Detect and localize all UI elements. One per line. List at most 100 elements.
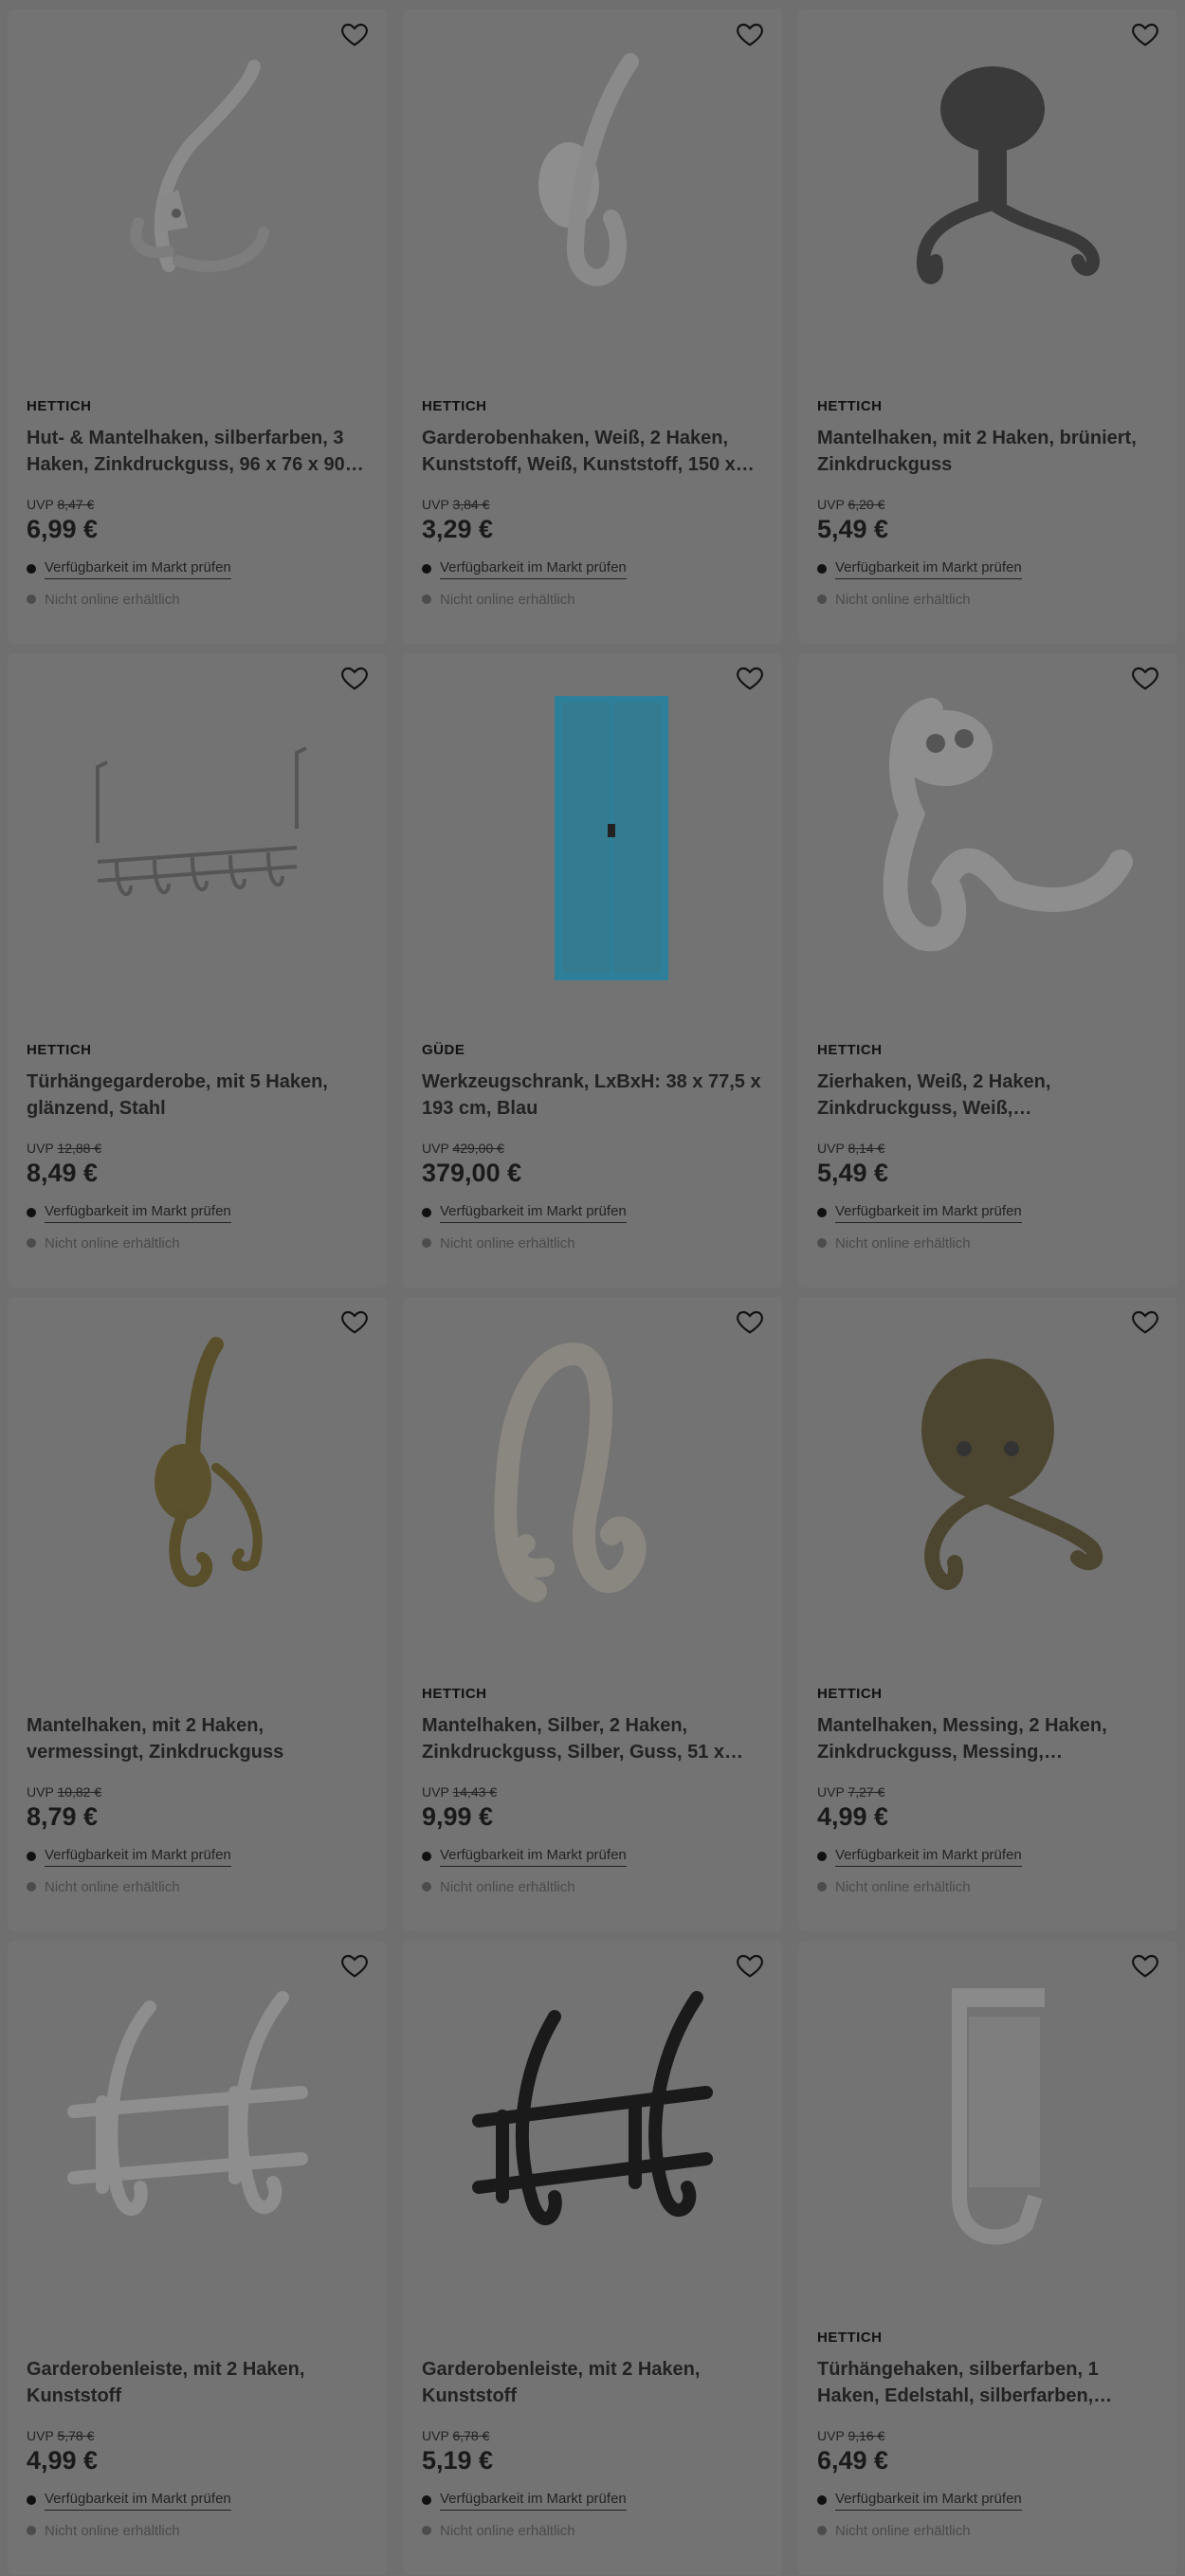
product-card[interactable]: HETTICH Mantelhaken, mit 2 Haken, brünie… — [798, 9, 1177, 644]
wishlist-heart-icon[interactable] — [1130, 19, 1160, 49]
uvp-label: UVP — [817, 1141, 845, 1156]
product-title[interactable]: Garderobenleiste, mit 2 Haken, Kunststof… — [422, 2356, 763, 2409]
product-title[interactable]: Türhängegarderobe, mit 5 Haken, glänzend… — [27, 1069, 368, 1122]
hook-rail-black-image[interactable] — [422, 1960, 763, 2282]
product-title[interactable]: Mantelhaken, Messing, 2 Haken, Zinkdruck… — [817, 1712, 1158, 1765]
online-status-row: Nicht online erhältlich — [817, 590, 1158, 609]
wishlist-heart-icon[interactable] — [735, 1950, 765, 1981]
online-status-text: Nicht online erhältlich — [45, 591, 180, 608]
online-status-dot-icon — [27, 1238, 36, 1248]
check-availability-link[interactable]: Verfügbarkeit im Markt prüfen — [45, 2491, 231, 2511]
product-image[interactable] — [8, 9, 387, 370]
wishlist-heart-icon[interactable] — [339, 19, 370, 49]
check-availability-link[interactable]: Verfügbarkeit im Markt prüfen — [835, 559, 1022, 579]
online-status-dot-icon — [817, 594, 827, 604]
product-brand: GÜDE — [422, 1042, 465, 1058]
uvp-price: 14,43 € — [452, 1784, 498, 1800]
product-card[interactable]: HETTICH Zierhaken, Weiß, 2 Haken, Zinkdr… — [798, 653, 1177, 1288]
product-image[interactable] — [403, 1297, 782, 1657]
check-availability-link[interactable]: Verfügbarkeit im Markt prüfen — [45, 559, 231, 579]
product-title[interactable]: Zierhaken, Weiß, 2 Haken, Zinkdruckguss,… — [817, 1069, 1158, 1122]
product-title[interactable]: Werkzeugschrank, LxBxH: 38 x 77,5 x 193 … — [422, 1069, 763, 1122]
wishlist-heart-icon[interactable] — [339, 1306, 370, 1337]
product-title[interactable]: Türhängehaken, silberfarben, 1 Haken, Ed… — [817, 2356, 1158, 2409]
product-card[interactable]: Garderobenleiste, mit 2 Haken, Kunststof… — [403, 1941, 782, 2575]
product-card[interactable]: HETTICH Hut- & Mantelhaken, silberfarben… — [8, 9, 387, 644]
hook-ornate-dark-image[interactable] — [817, 28, 1158, 351]
product-card[interactable]: HETTICH Garderobenhaken, Weiß, 2 Haken, … — [403, 9, 782, 644]
hook-brass-ornate-image[interactable] — [27, 1316, 368, 1638]
uvp-label: UVP — [422, 1784, 449, 1800]
product-card[interactable]: HETTICH Türhängehaken, silberfarben, 1 H… — [798, 1941, 1177, 2575]
door-hook-steel-image[interactable] — [817, 1960, 1158, 2282]
check-availability-link[interactable]: Verfügbarkeit im Markt prüfen — [835, 2491, 1022, 2511]
check-availability-link[interactable]: Verfügbarkeit im Markt prüfen — [440, 2491, 627, 2511]
uvp-line: UVP 10,82 € — [27, 1784, 368, 1800]
product-image[interactable] — [8, 653, 387, 1014]
product-card[interactable]: Mantelhaken, mit 2 Haken, vermessingt, Z… — [8, 1297, 387, 1931]
product-title[interactable]: Mantelhaken, mit 2 Haken, vermessingt, Z… — [27, 1712, 368, 1765]
tool-cabinet-blue-image[interactable] — [422, 672, 763, 995]
product-image[interactable] — [403, 9, 782, 370]
hook-decorative-white-image[interactable] — [817, 672, 1158, 995]
product-title[interactable]: Mantelhaken, mit 2 Haken, brüniert, Zink… — [817, 425, 1158, 478]
check-availability-link[interactable]: Verfügbarkeit im Markt prüfen — [835, 1847, 1022, 1867]
availability-dot-icon — [422, 564, 431, 574]
check-availability-link[interactable]: Verfügbarkeit im Markt prüfen — [440, 1847, 627, 1867]
product-card[interactable]: HETTICH Türhängegarderobe, mit 5 Haken, … — [8, 653, 387, 1288]
product-image[interactable] — [798, 1941, 1177, 2301]
hook-brass-beaded-image[interactable] — [817, 1316, 1158, 1638]
product-card[interactable]: HETTICH Mantelhaken, Messing, 2 Haken, Z… — [798, 1297, 1177, 1931]
online-status-row: Nicht online erhältlich — [27, 2521, 368, 2540]
wishlist-heart-icon[interactable] — [1130, 1306, 1160, 1337]
availability-row: Verfügbarkeit im Markt prüfen — [422, 2489, 763, 2512]
product-image[interactable] — [8, 1297, 387, 1657]
uvp-line: UVP 429,00 € — [422, 1141, 763, 1156]
uvp-label: UVP — [27, 1141, 54, 1156]
check-availability-link[interactable]: Verfügbarkeit im Markt prüfen — [440, 1203, 627, 1223]
uvp-price: 6,20 € — [848, 497, 885, 512]
check-availability-link[interactable]: Verfügbarkeit im Markt prüfen — [835, 1203, 1022, 1223]
wishlist-heart-icon[interactable] — [1130, 1950, 1160, 1981]
availability-dot-icon — [27, 564, 36, 574]
product-title[interactable]: Garderobenleiste, mit 2 Haken, Kunststof… — [27, 2356, 368, 2409]
product-title[interactable]: Mantelhaken, Silber, 2 Haken, Zinkdruckg… — [422, 1712, 763, 1765]
uvp-line: UVP 3,84 € — [422, 497, 763, 512]
product-title[interactable]: Hut- & Mantelhaken, silberfarben, 3 Hake… — [27, 425, 368, 478]
hook-rail-white-image[interactable] — [27, 1960, 368, 2282]
product-brand: HETTICH — [422, 398, 487, 414]
online-status-text: Nicht online erhältlich — [45, 2522, 180, 2539]
product-image[interactable] — [798, 653, 1177, 1014]
check-availability-link[interactable]: Verfügbarkeit im Markt prüfen — [440, 559, 627, 579]
wishlist-heart-icon[interactable] — [339, 1950, 370, 1981]
product-image[interactable] — [403, 653, 782, 1014]
wishlist-heart-icon[interactable] — [735, 19, 765, 49]
product-card[interactable]: HETTICH Mantelhaken, Silber, 2 Haken, Zi… — [403, 1297, 782, 1931]
product-image[interactable] — [8, 1941, 387, 2301]
hook-2-arm-white-image[interactable] — [422, 28, 763, 351]
online-status-dot-icon — [817, 1882, 827, 1891]
hook-double-silver-image[interactable] — [422, 1316, 763, 1638]
product-card[interactable]: Garderobenleiste, mit 2 Haken, Kunststof… — [8, 1941, 387, 2575]
product-price: 8,79 € — [27, 1802, 99, 1831]
product-image[interactable] — [403, 1941, 782, 2301]
online-status-text: Nicht online erhältlich — [835, 1234, 971, 1251]
wishlist-heart-icon[interactable] — [735, 1306, 765, 1337]
uvp-line: UVP 5,78 € — [27, 2428, 368, 2443]
online-status-dot-icon — [422, 594, 431, 604]
product-brand: HETTICH — [27, 398, 92, 414]
wishlist-heart-icon[interactable] — [735, 663, 765, 693]
product-image[interactable] — [798, 9, 1177, 370]
hook-3-arm-silver-image[interactable] — [27, 28, 368, 351]
check-availability-link[interactable]: Verfügbarkeit im Markt prüfen — [45, 1847, 231, 1867]
wishlist-heart-icon[interactable] — [339, 663, 370, 693]
product-image[interactable] — [798, 1297, 1177, 1657]
product-price: 8,49 € — [27, 1159, 99, 1187]
product-price: 379,00 € — [422, 1159, 522, 1187]
wishlist-heart-icon[interactable] — [1130, 663, 1160, 693]
check-availability-link[interactable]: Verfügbarkeit im Markt prüfen — [45, 1203, 231, 1223]
product-card[interactable]: GÜDE Werkzeugschrank, LxBxH: 38 x 77,5 x… — [403, 653, 782, 1288]
door-rack-5-hooks-image[interactable] — [27, 672, 368, 995]
uvp-price: 6,78 € — [452, 2428, 490, 2443]
product-title[interactable]: Garderobenhaken, Weiß, 2 Haken, Kunststo… — [422, 425, 763, 478]
